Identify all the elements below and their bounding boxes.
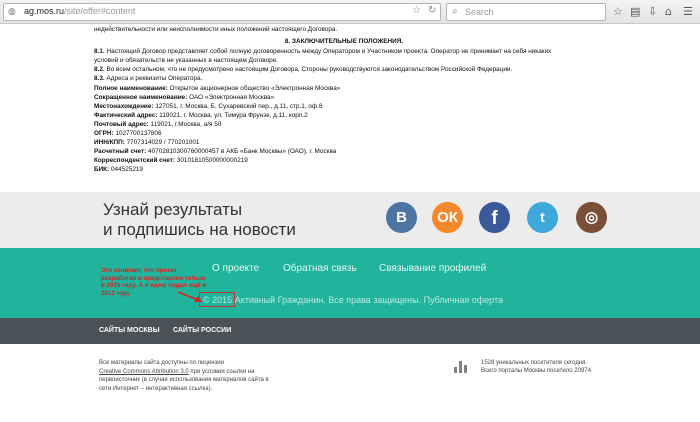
url-domain: ag.mos.ru: [24, 6, 65, 16]
moscow-sites-link[interactable]: САЙТЫ МОСКВЫ: [99, 327, 160, 334]
copyright: © 2015 Активный Гражданин. Все права защ…: [203, 295, 503, 305]
odnoklassniki-icon[interactable]: ОК: [432, 202, 463, 233]
visitor-stats: 1528 уникальных посетителя сегодня. Всег…: [481, 359, 593, 375]
postal-address: Почтовый адрес: 119021, г.Москва, а/я 50: [94, 120, 222, 128]
short-name: Сокращенное наименование: ОАО «Электронн…: [94, 93, 275, 101]
subscribe-title-line1: Узнай результаты: [103, 200, 243, 219]
clause-8-1: 8.1. Настоящий Договор представляет собо…: [94, 48, 552, 56]
vkontakte-icon[interactable]: B: [386, 202, 417, 233]
stats-chart-icon: [454, 361, 468, 373]
footer-nav: О проекте Обратная связь Связывание проф…: [0, 248, 700, 318]
russia-sites-link[interactable]: САЙТЫ РОССИИ: [173, 327, 231, 334]
instagram-icon[interactable]: ◎: [576, 202, 607, 233]
account: Расчетный счет: 40702810300760000457 в А…: [94, 148, 337, 156]
reload-icon[interactable]: ↻: [428, 5, 436, 16]
url-path: /site/offer#content: [64, 6, 136, 16]
address-bar[interactable]: ◍ ag.mos.ru/site/offer#content ☆ ↻: [3, 3, 441, 21]
bookmarks-star-icon[interactable]: ☆: [613, 5, 623, 19]
section-title: 8. ЗАКЛЮЧИТЕЛЬНЫЕ ПОЛОЖЕНИЯ.: [284, 38, 404, 46]
bik: БИК: 044525219: [94, 166, 143, 174]
clause-8-2: 8.2. Во всем остальном, что не предусмот…: [94, 66, 513, 74]
bookmark-star-icon[interactable]: ☆: [412, 5, 421, 16]
copyright-year: © 2015: [203, 295, 233, 305]
download-icon[interactable]: ⇩: [648, 5, 657, 19]
stats-today: 1528 уникальных посетителя сегодня.: [481, 360, 588, 366]
home-icon[interactable]: ⌂: [665, 5, 672, 19]
license-text: Все материалы сайта доступны по лицензии…: [99, 360, 269, 392]
twitter-icon[interactable]: t: [527, 202, 558, 233]
bottom-footer: Все материалы сайта доступны по лицензии…: [0, 344, 700, 422]
search-icon: ⌕: [452, 6, 458, 17]
clause-8-3: 8.3. Адреса и реквизиты Оператора.: [94, 75, 203, 83]
offer-document: недействительности или неисполнимости ин…: [94, 25, 594, 175]
full-name: Полное наименование: Открытое акционерно…: [94, 84, 341, 92]
copyright-text[interactable]: Активный Гражданин. Все права защищены. …: [232, 295, 503, 305]
subscribe-title-line2: и подпишись на новости: [103, 220, 296, 239]
actual-address: Фактический адрес: 119021, г. Москва, ул…: [94, 111, 308, 119]
search-bar[interactable]: ⌕ Search: [446, 3, 606, 21]
address-url[interactable]: ag.mos.ru/site/offer#content: [24, 6, 135, 16]
footer-link-feedback[interactable]: Обратная связь: [283, 263, 357, 274]
doc-line: недействительности или неисполнимости ин…: [94, 26, 338, 33]
clause-8-1-cont: условий и обязательств не указанных в на…: [94, 57, 279, 65]
footer-link-profiles[interactable]: Связывание профилей: [379, 263, 486, 274]
browser-toolbar: ◍ ag.mos.ru/site/offer#content ☆ ↻ ⌕ Sea…: [0, 0, 700, 24]
search-placeholder: Search: [465, 7, 494, 17]
globe-icon: ◍: [8, 7, 16, 17]
clipboard-icon[interactable]: ▤: [630, 5, 640, 19]
location: Местонахождение: 127051, г. Москва, Б. С…: [94, 102, 323, 110]
license-link[interactable]: Creative Commons Attribution 3.0: [99, 369, 189, 375]
inn-kpp: ИНН/КПП: 7707314029 / 770201001: [94, 139, 200, 147]
corr-account: Корреспондентский счет: 3010181050000000…: [94, 157, 248, 165]
subscribe-title: Узнай результаты и подпишись на новости: [103, 200, 333, 240]
facebook-icon[interactable]: f: [479, 202, 510, 233]
subscribe-section: Узнай результаты и подпишись на новости …: [0, 192, 700, 248]
sites-bar: САЙТЫ МОСКВЫ САЙТЫ РОССИИ: [0, 318, 700, 344]
menu-icon[interactable]: ☰: [683, 5, 693, 19]
footer-link-about[interactable]: О проекте: [212, 263, 259, 274]
ogrn: ОГРН: 1027700137806: [94, 130, 162, 138]
stats-total: Всего порталы Москвы посетило 20974.: [481, 368, 593, 374]
